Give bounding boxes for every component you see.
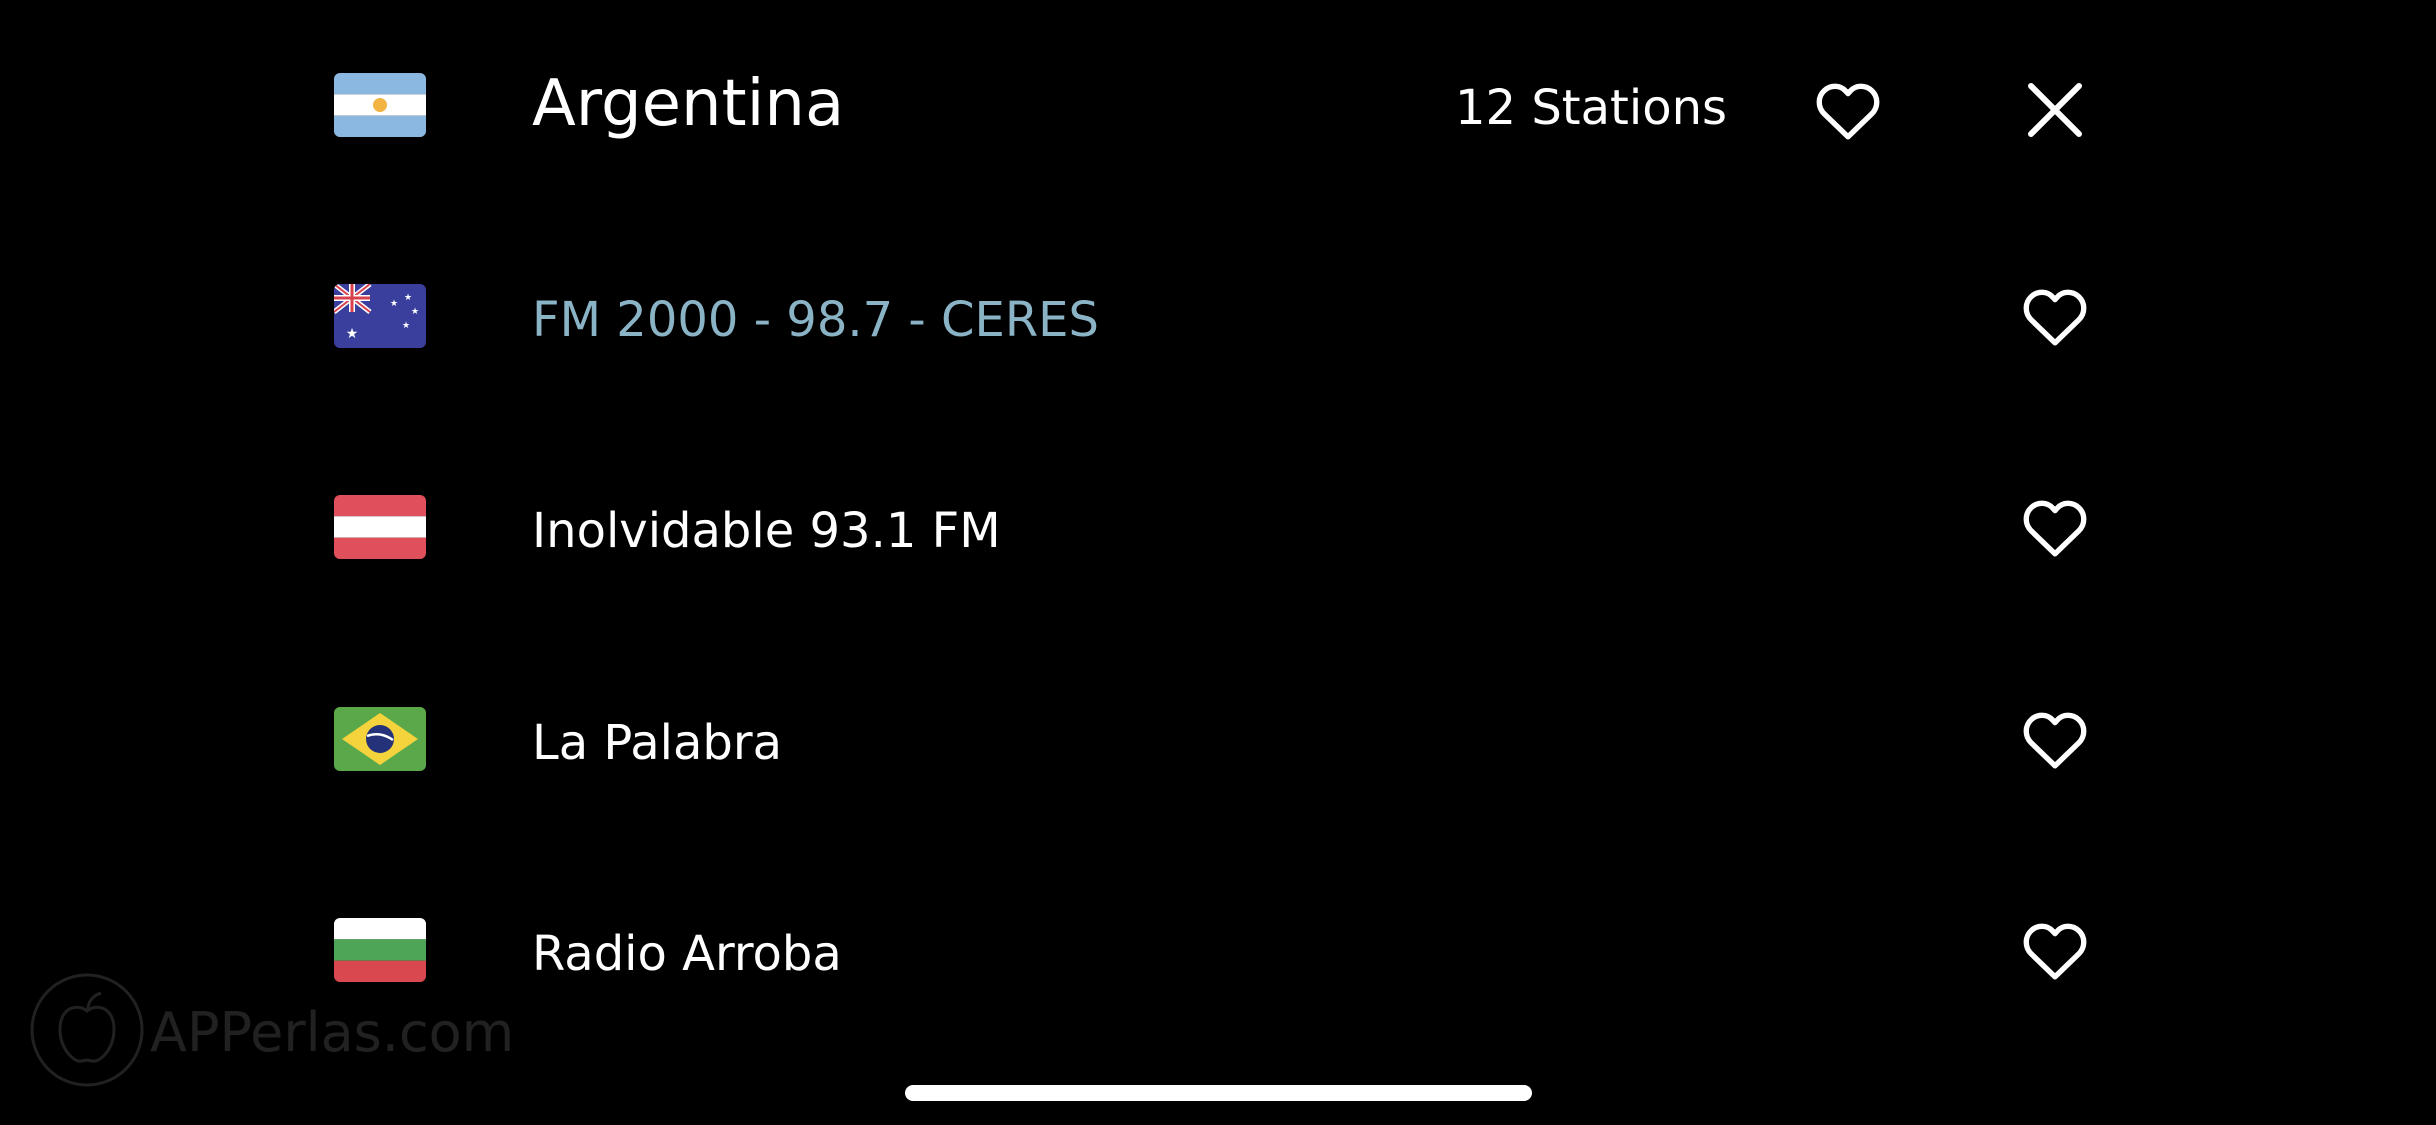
apple-logo-icon [28, 971, 146, 1093]
favorite-station-button[interactable] [2017, 701, 2093, 777]
bulgaria-flag-icon [334, 918, 426, 982]
watermark: APPerlas.com [28, 973, 515, 1087]
australia-flag-icon: ★ ★ ★ ★ ★ [334, 284, 426, 348]
brazil-flag-icon [334, 707, 426, 771]
svg-text:★: ★ [346, 326, 359, 342]
station-name: FM 2000 - 98.7 - CERES [532, 292, 1099, 348]
close-button[interactable] [2017, 72, 2093, 148]
svg-text:★: ★ [402, 321, 410, 331]
heart-outline-icon [2021, 919, 2089, 981]
station-row[interactable]: ★ ★ ★ ★ ★ FM 2000 - 98.7 - CERES [0, 256, 2436, 376]
argentina-flag-icon [334, 73, 426, 137]
watermark-text: APPerlas.com [150, 1000, 515, 1064]
station-name: Radio Arroba [532, 926, 842, 982]
heart-outline-icon [2021, 285, 2089, 347]
favorite-country-button[interactable] [1810, 72, 1886, 148]
svg-text:★: ★ [390, 299, 398, 309]
page-title: Argentina [532, 67, 845, 141]
station-row[interactable]: La Palabra [0, 679, 2436, 799]
heart-outline-icon [2021, 496, 2089, 558]
home-indicator[interactable] [905, 1085, 1532, 1101]
station-row[interactable]: Inolvidable 93.1 FM [0, 467, 2436, 587]
close-x-icon [2027, 82, 2083, 138]
favorite-station-button[interactable] [2017, 278, 2093, 354]
heart-outline-icon [1814, 79, 1882, 141]
heart-outline-icon [2021, 708, 2089, 770]
favorite-station-button[interactable] [2017, 912, 2093, 988]
favorite-station-button[interactable] [2017, 489, 2093, 565]
austria-flag-icon [334, 495, 426, 559]
svg-text:★: ★ [404, 293, 412, 303]
station-count: 12 Stations [1455, 80, 1727, 136]
station-name: La Palabra [532, 715, 782, 771]
svg-text:★: ★ [411, 307, 419, 317]
station-name: Inolvidable 93.1 FM [532, 503, 1001, 559]
